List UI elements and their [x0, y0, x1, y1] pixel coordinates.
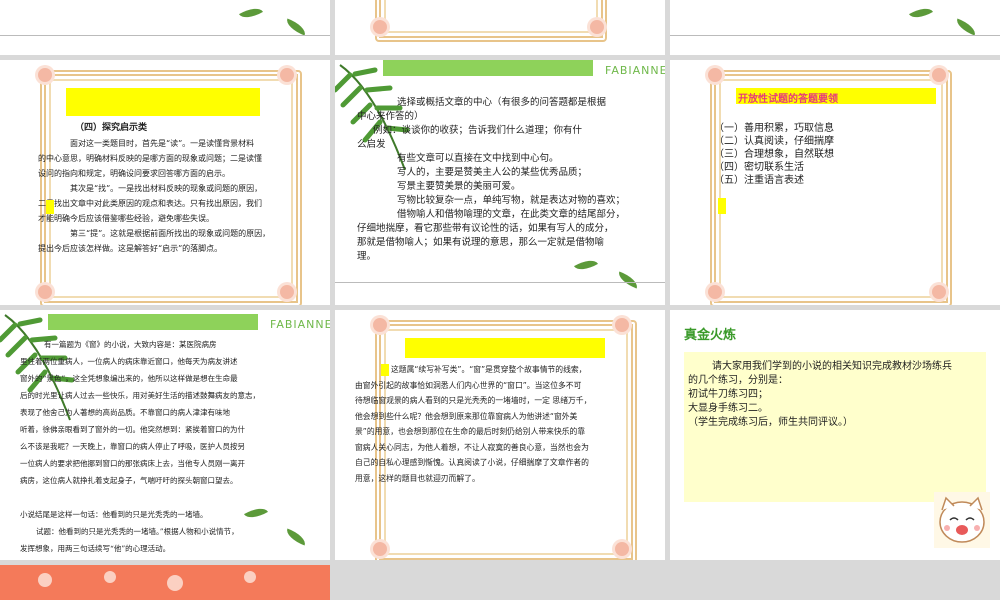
tip-item: （四）密切联系生活	[714, 162, 804, 173]
tip-item: （二）认真阅读，仔细揣摩	[714, 136, 834, 147]
leaf-decoration	[908, 3, 934, 23]
slide-title: 真金火炼	[684, 328, 737, 343]
slide-4[interactable]: （四）探究启示类 面对这一类题目时，首先是“读”。一是读懂背景材料 的中心意思，…	[0, 60, 330, 305]
flower-decoration	[708, 285, 722, 299]
flower-decoration	[38, 68, 52, 82]
leaf-decoration	[238, 3, 264, 23]
slide-6[interactable]: 开放性试题的答题要领 （一）善用积累，巧取信息 （二）认真阅读，仔细揣摩 （三）…	[670, 60, 1000, 305]
divider	[335, 282, 665, 283]
flower-decoration	[615, 318, 629, 332]
leaf-decoration	[615, 271, 641, 289]
slide-9[interactable]: 真金火炼 请大家用我们学到的小说的相关知识完成教材沙场练兵 的几个练习，分别是：…	[670, 310, 1000, 560]
slide-1[interactable]	[0, 0, 330, 55]
bamboo-frame	[710, 70, 952, 305]
flower-decoration	[590, 20, 604, 34]
flower-decoration	[373, 20, 387, 34]
leaf-decoration	[953, 18, 979, 36]
smiley-cat-icon	[934, 492, 990, 548]
header-bar	[48, 314, 258, 330]
flower-decoration	[38, 285, 52, 299]
flower-decoration	[280, 285, 294, 299]
slide-10[interactable]	[0, 565, 330, 600]
slide-title: 开放性试题的答题要领	[738, 94, 838, 105]
flower-decoration	[373, 318, 387, 332]
section-heading: （四）探究启示类	[75, 123, 148, 133]
body-text: 这题属“续写补写类”。“窗”是贯穿整个故事情节的线索， 由窗外引起的故事恰如洞悉…	[355, 365, 592, 483]
tips-list: （一）善用积累，巧取信息 （二）认真阅读，仔细揣摩 （三）合理想象，自然联想 （…	[714, 122, 834, 187]
flower-decoration	[708, 68, 722, 82]
brand-logo: FABIANNE	[270, 318, 330, 331]
slide-7[interactable]: FABIANNE 有一篇题为《窗》的小说，大致内容是：某医院病房 里住着两位重病…	[0, 310, 330, 560]
flower-decoration	[280, 68, 294, 82]
slide-2[interactable]	[335, 0, 665, 55]
body-text: 面对这一类题目时，首先是“读”。一是读懂背景材料 的中心意思，明确材料反映的是哪…	[38, 139, 271, 253]
flower-decoration-icon	[38, 571, 256, 591]
tip-item: （一）善用积累，巧取信息	[714, 123, 834, 134]
leaf-decoration	[283, 18, 309, 36]
brand-logo: FABIANNE	[605, 64, 665, 77]
tip-item: （五）注重语言表述	[714, 175, 804, 186]
flower-decoration	[373, 542, 387, 556]
slide-8[interactable]: 这题属“续写补写类”。“窗”是贯穿整个故事情节的线索， 由窗外引起的故事恰如洞悉…	[335, 310, 665, 560]
highlight-block	[66, 88, 260, 116]
slide-5[interactable]: FABIANNE 选择或概括文章的中心（有很多的问答题都是根据 中心来作答的） …	[335, 60, 665, 305]
highlight-marker	[46, 200, 54, 214]
practice-panel: 请大家用我们学到的小说的相关知识完成教材沙场练兵 的几个练习，分别是： 初试牛刀…	[684, 352, 986, 502]
header-bar	[383, 60, 593, 76]
body-text: 有一篇题为《窗》的小说，大致内容是：某医院病房 里住着两位重病人，一位病人的病床…	[20, 340, 260, 553]
bamboo-frame	[375, 0, 607, 42]
body-text: 请大家用我们学到的小说的相关知识完成教材沙场练兵 的几个练习，分别是： 初试牛刀…	[688, 361, 952, 428]
flower-decoration	[932, 285, 946, 299]
body-text: 选择或概括文章的中心（有很多的问答题都是根据 中心来作答的） 例如：谈谈你的收获…	[357, 97, 626, 262]
tip-item: （三）合理想象，自然联想	[714, 149, 834, 160]
slide-3[interactable]	[670, 0, 1000, 55]
flower-decoration	[932, 68, 946, 82]
flower-decoration	[615, 542, 629, 556]
divider	[670, 35, 1000, 36]
highlight-marker	[381, 364, 389, 376]
divider	[0, 35, 330, 36]
highlight-block	[405, 338, 605, 358]
highlight-marker	[718, 198, 726, 214]
